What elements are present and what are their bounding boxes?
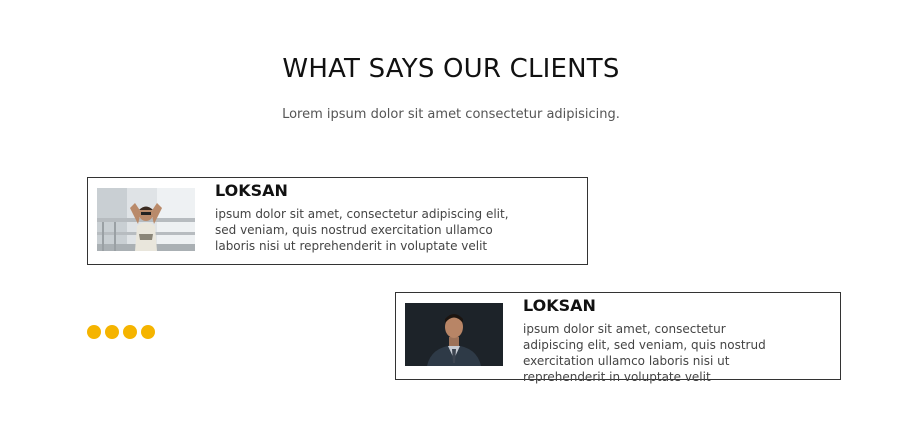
client-quote: ipsum dolor sit amet, consectetur adipis… xyxy=(215,207,509,253)
client-name: LOKSAN xyxy=(523,296,596,315)
carousel-dots xyxy=(87,325,155,339)
carousel-dot-4[interactable] xyxy=(141,325,155,339)
section-subtitle: Lorem ipsum dolor sit amet consectetur a… xyxy=(282,107,620,122)
carousel-dot-3[interactable] xyxy=(123,325,137,339)
testimonial-card-1: LOKSAN ipsum dolor sit amet, consectetur… xyxy=(87,177,588,265)
client-name: LOKSAN xyxy=(215,181,288,200)
client-quote: ipsum dolor sit amet, consectetur adipis… xyxy=(523,322,766,384)
client-photo xyxy=(97,188,195,251)
client-photo xyxy=(405,303,503,366)
carousel-dot-2[interactable] xyxy=(105,325,119,339)
testimonials-section: WHAT SAYS OUR CLIENTS Lorem ipsum dolor … xyxy=(0,0,902,439)
carousel-dot-1[interactable] xyxy=(87,325,101,339)
section-title: WHAT SAYS OUR CLIENTS xyxy=(282,54,620,84)
testimonial-card-2: LOKSAN ipsum dolor sit amet, consectetur… xyxy=(395,292,841,384)
